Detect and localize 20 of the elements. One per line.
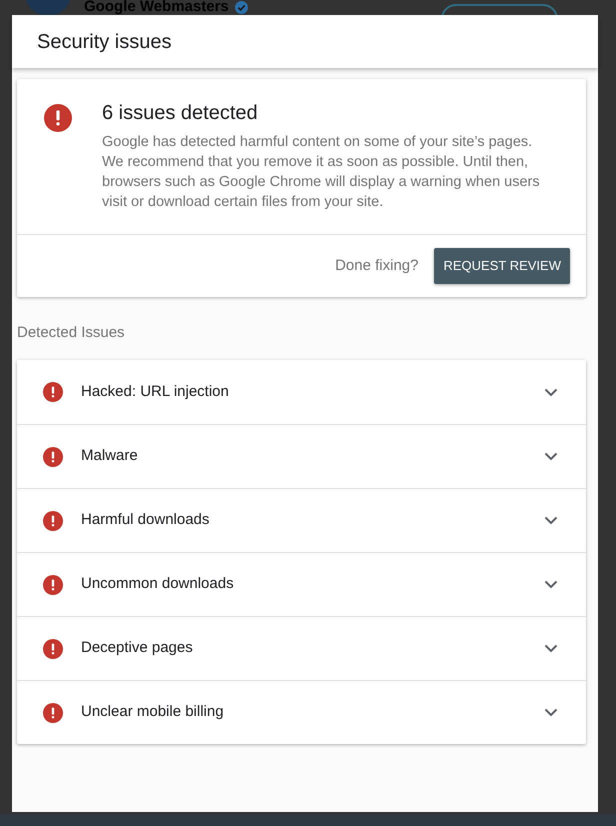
- alert-icon: [43, 638, 63, 658]
- issue-row[interactable]: Hacked: URL injection: [17, 360, 586, 424]
- request-review-button[interactable]: REQUEST REVIEW: [434, 248, 570, 284]
- alert-icon: [43, 446, 63, 466]
- issue-row[interactable]: Harmful downloads: [17, 488, 586, 552]
- issue-row[interactable]: Uncommon downloads: [17, 552, 586, 616]
- alert-icon: [43, 510, 63, 530]
- issue-row[interactable]: Malware: [17, 424, 586, 488]
- issue-row[interactable]: Deceptive pages: [17, 616, 586, 680]
- verified-badge-icon: [234, 0, 248, 14]
- summary-title: 6 issues detected: [102, 101, 259, 126]
- summary-description: Google has detected harmful content on some of your site’s pages. We recommend that you remove it as soon as possible. Until then, browsers such as Google Chrome will display a warning when users visit or download certain files from your site.: [102, 133, 541, 212]
- done-fixing-prompt: Done fixing?: [335, 256, 418, 276]
- alert-icon: [43, 574, 63, 594]
- issue-row[interactable]: Unclear mobile billing: [17, 680, 586, 744]
- alert-icon: [43, 382, 63, 402]
- dialog-title: Security issues: [37, 30, 172, 54]
- alert-icon: [44, 104, 72, 132]
- alert-icon: [43, 702, 63, 722]
- section-heading: Detected Issues: [17, 323, 126, 343]
